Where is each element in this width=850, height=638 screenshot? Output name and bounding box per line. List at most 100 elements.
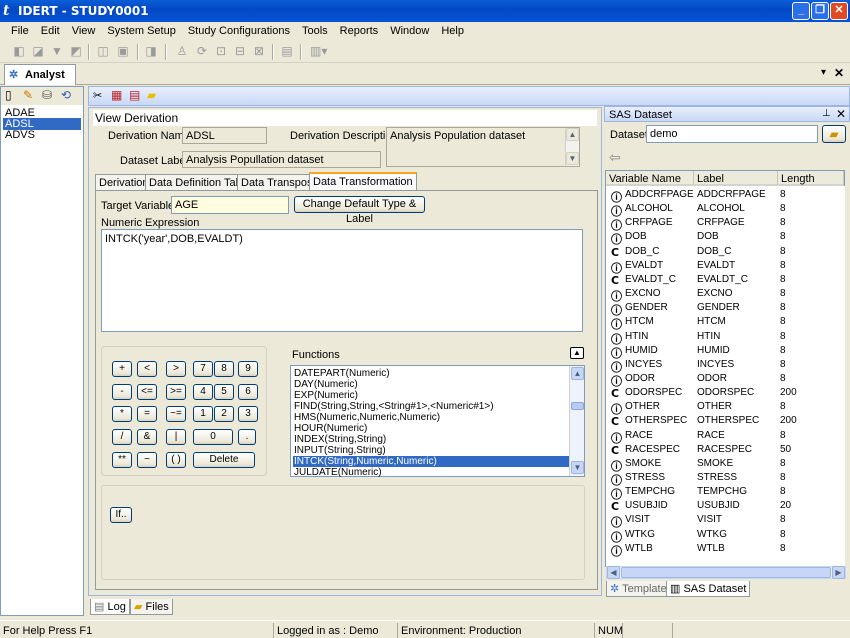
minimize-button[interactable]: _ <box>792 2 810 20</box>
variable-row[interactable]: ⓘ EVALDT EVALDT 8 <box>606 259 844 275</box>
toolbar-icon-4[interactable]: ◩ <box>69 44 83 58</box>
database-icon[interactable]: ⛁ <box>42 88 52 102</box>
variable-row[interactable]: ⓘ SMOKE SMOKE 8 <box>606 457 844 473</box>
menu-file[interactable]: File <box>5 22 35 37</box>
function-item[interactable]: INPUT(String,String) <box>293 445 570 456</box>
variable-row[interactable]: ⓘ ADDCRFPAGE ADDCRFPAGE 8 <box>606 188 844 204</box>
derivation-name-field[interactable]: ADSL <box>182 127 267 144</box>
menu-help[interactable]: Help <box>435 22 470 37</box>
menu-view[interactable]: View <box>66 22 102 37</box>
keypad-key[interactable]: 2 <box>214 406 234 422</box>
variable-table-vscroll[interactable] <box>832 186 845 567</box>
function-item[interactable]: EXP(Numeric) <box>293 390 570 401</box>
keypad-key[interactable]: - <box>112 384 132 400</box>
tab-analyst[interactable]: ✲ Analyst <box>4 64 76 85</box>
keypad-key[interactable]: 6 <box>238 384 258 400</box>
close-perspective-icon[interactable]: ✕ <box>834 66 844 80</box>
function-item[interactable]: INTCK(String,Numeric,Numeric) <box>293 456 570 467</box>
function-item[interactable]: DATEPART(Numeric) <box>293 368 570 379</box>
toolbar-icon-6[interactable]: ▣ <box>116 44 130 58</box>
scroll-right-icon[interactable]: ▶ <box>832 566 845 579</box>
user-icon[interactable]: ♙ <box>175 44 189 58</box>
scroll-thumb[interactable] <box>571 402 584 410</box>
variable-row[interactable]: ⓘ WTLB WTLB 8 <box>606 542 844 558</box>
menu-window[interactable]: Window <box>384 22 435 37</box>
functions-list[interactable]: DATEPART(Numeric) DAY(Numeric) EXP(Numeric… <box>290 365 585 478</box>
keypad-key[interactable]: ( ) <box>166 452 186 468</box>
browse-folder-button[interactable]: ▰ <box>822 125 846 143</box>
toolbar-icon-2[interactable]: ◪ <box>31 44 45 58</box>
toolbar-icon-12[interactable]: ⊠ <box>252 44 266 58</box>
variable-row[interactable]: ⓘ RACE RACE 8 <box>606 429 844 445</box>
tab-derivation[interactable]: Derivation <box>95 174 153 191</box>
variable-row[interactable]: ⓘ HUMID HUMID 8 <box>606 344 844 360</box>
variable-row[interactable]: ⓘ HTCM HTCM 8 <box>606 315 844 331</box>
variable-table-hscroll[interactable]: ◀ ▶ <box>606 566 846 579</box>
keypad-key[interactable]: 9 <box>238 361 258 377</box>
keypad-key[interactable]: 8 <box>214 361 234 377</box>
toolbar-icon-13[interactable]: ▤ <box>280 44 294 58</box>
variable-row[interactable]: C RACESPEC RACESPEC 50 <box>606 443 844 457</box>
toolbar-icon-1[interactable]: ◧ <box>12 44 26 58</box>
keypad-key[interactable]: Delete <box>193 452 255 468</box>
variable-row[interactable]: C OTHERSPEC OTHERSPEC 200 <box>606 414 844 428</box>
refresh-icon[interactable]: ⟳ <box>195 44 209 58</box>
keypad-key[interactable]: 5 <box>214 384 234 400</box>
variable-row[interactable]: ⓘ STRESS STRESS 8 <box>606 471 844 487</box>
variable-row[interactable]: ⓘ ALCOHOL ALCOHOL 8 <box>606 202 844 218</box>
keypad-key[interactable]: 3 <box>238 406 258 422</box>
keypad-key[interactable]: + <box>112 361 132 377</box>
variable-row[interactable]: ⓘ DOB DOB 8 <box>606 230 844 246</box>
if-button[interactable]: If.. <box>110 507 132 523</box>
maximize-button[interactable]: ❐ <box>811 2 829 20</box>
folder-icon[interactable]: ▰ <box>147 88 156 102</box>
menu-edit[interactable]: Edit <box>35 22 66 37</box>
tab-files[interactable]: ▰ Files <box>130 599 173 615</box>
variable-row[interactable]: C USUBJID USUBJID 20 <box>606 499 844 513</box>
column-header-length[interactable]: Length <box>778 171 844 186</box>
variable-row[interactable]: ⓘ WTKG WTKG 8 <box>606 528 844 544</box>
keypad-key[interactable]: & <box>137 429 157 445</box>
collapse-functions-button[interactable]: ▲ <box>570 347 584 359</box>
dataset-item-advs[interactable]: ADVS <box>3 129 81 141</box>
variable-row[interactable]: C ODORSPEC ODORSPEC 200 <box>606 386 844 400</box>
target-variable-field[interactable]: AGE <box>171 196 289 214</box>
keypad-key[interactable]: . <box>238 429 256 445</box>
variable-row[interactable]: ⓘ OTHER OTHER 8 <box>606 400 844 416</box>
description-scrollbar[interactable]: ▲ ▼ <box>565 128 579 166</box>
refresh-icon[interactable]: ⟲ <box>61 88 71 102</box>
variable-row[interactable]: ⓘ INCYES INCYES 8 <box>606 358 844 374</box>
dataset-label-field[interactable]: Analysis Popullation dataset <box>182 151 381 168</box>
variable-row[interactable]: ⓘ TEMPCHG TEMPCHG 8 <box>606 485 844 501</box>
variable-row[interactable]: ⓘ VISIT VISIT 8 <box>606 513 844 529</box>
column-header-variable-name[interactable]: Variable Name <box>606 171 694 186</box>
function-item[interactable]: HMS(Numeric,Numeric,Numeric) <box>293 412 570 423</box>
toolbar-icon-5[interactable]: ◫ <box>96 44 110 58</box>
keypad-key[interactable]: ~= <box>166 406 186 422</box>
function-item[interactable]: HOUR(Numeric) <box>293 423 570 434</box>
variable-row[interactable]: ⓘ HTIN HTIN 8 <box>606 330 844 346</box>
close-button[interactable]: ✕ <box>830 2 848 20</box>
keypad-key[interactable]: * <box>112 406 132 422</box>
back-arrow-icon[interactable]: ⇦ <box>609 149 621 166</box>
menu-tools[interactable]: Tools <box>296 22 334 37</box>
keypad-key[interactable]: > <box>166 361 186 377</box>
derivation-wand-icon[interactable]: ✂ <box>93 89 102 102</box>
variable-row[interactable]: C EVALDT_C EVALDT_C 8 <box>606 273 844 287</box>
function-item[interactable]: INDEX(String,String) <box>293 434 570 445</box>
tab-log[interactable]: ▤ Log <box>90 599 130 615</box>
keypad-key[interactable]: ** <box>112 452 132 468</box>
change-default-type-button[interactable]: Change Default Type & Label <box>294 196 425 225</box>
keypad-key[interactable]: / <box>112 429 132 445</box>
variable-row[interactable]: ⓘ ODOR ODOR 8 <box>606 372 844 388</box>
keypad-key[interactable]: < <box>137 361 157 377</box>
tab-data-transformation[interactable]: Data Transformation <box>309 172 417 191</box>
variable-row[interactable]: ⓘ CRFPAGE CRFPAGE 8 <box>606 216 844 232</box>
table-red-icon[interactable]: ▦ <box>111 88 122 102</box>
scroll-up-icon[interactable]: ▲ <box>566 128 579 141</box>
scroll-down-icon[interactable]: ▼ <box>566 152 579 165</box>
keypad-key[interactable]: | <box>166 429 186 445</box>
lock-icon[interactable]: ⊡ <box>214 44 228 58</box>
menu-reports[interactable]: Reports <box>334 22 385 37</box>
new-icon[interactable]: ▯ <box>5 88 12 102</box>
